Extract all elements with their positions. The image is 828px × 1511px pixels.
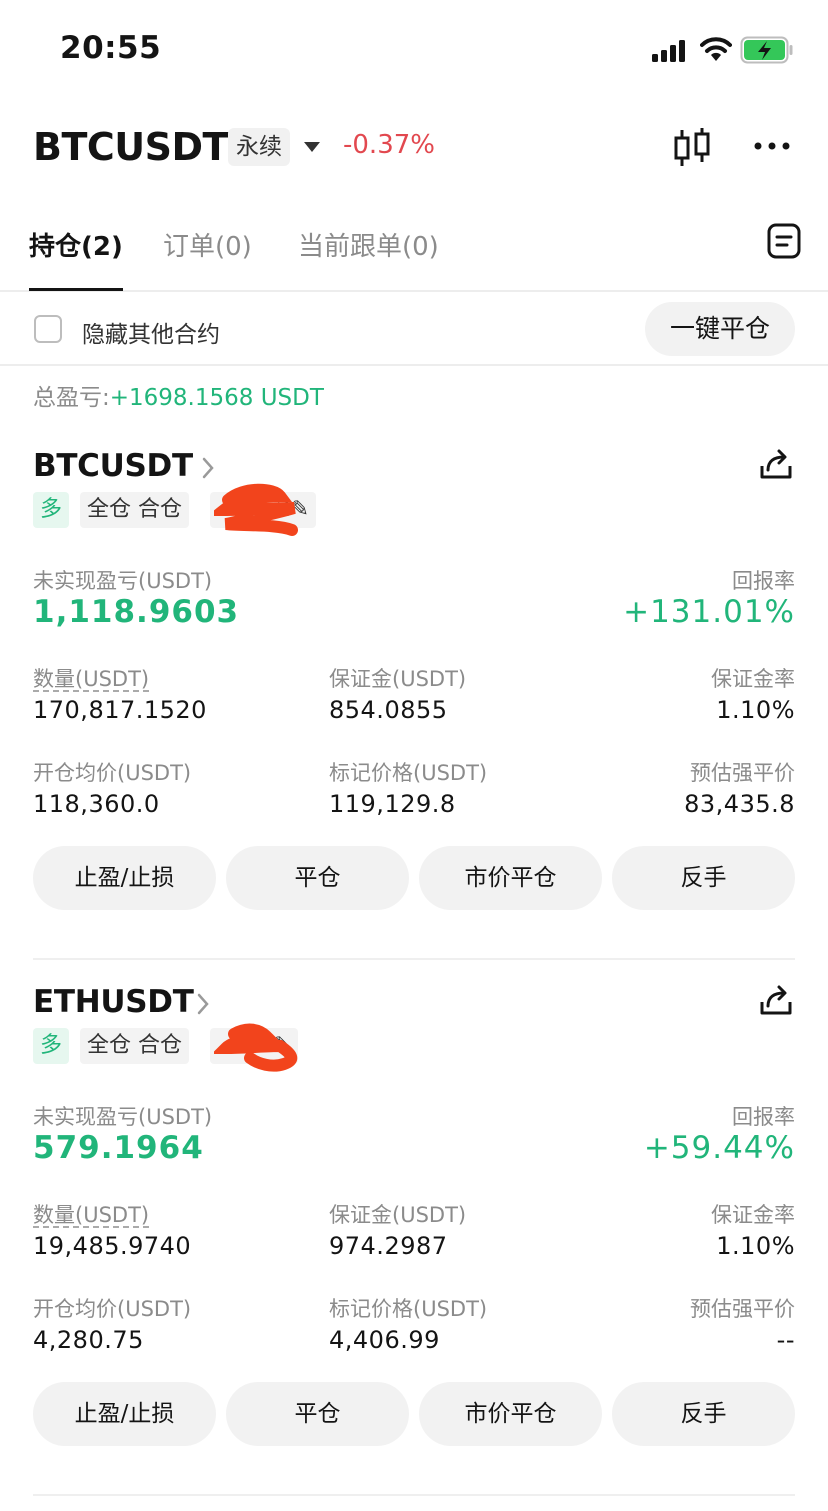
symbol-title[interactable]: BTCUSDT <box>33 125 228 169</box>
market-close-button[interactable]: 市价平仓 <box>419 1382 602 1446</box>
margin-ratio-label: 保证金率 <box>711 1203 795 1227</box>
more-icon[interactable] <box>752 136 792 156</box>
market-close-button[interactable]: 市价平仓 <box>419 846 602 910</box>
tab-bar: 持仓(2) 订单(0) 当前跟单(0) <box>0 210 828 292</box>
mark-price-label: 标记价格(USDT) <box>329 1297 488 1321</box>
total-pnl-label: 总盈亏: <box>33 385 110 411</box>
document-icon[interactable] <box>766 222 802 260</box>
roe-label: 回报率 <box>732 1105 795 1129</box>
total-pnl-value: +1698.1568 USDT <box>109 385 324 411</box>
hide-other-label[interactable]: 隐藏其他合约 <box>82 315 220 349</box>
share-icon[interactable] <box>758 984 794 1018</box>
share-icon[interactable] <box>758 448 794 482</box>
entry-price-label: 开仓均价(USDT) <box>33 761 192 785</box>
total-pnl: 总盈亏:+1698.1568 USDT <box>33 378 324 412</box>
status-bar: 20:55 <box>0 0 828 100</box>
unrealized-pnl-label: 未实现盈亏(USDT) <box>33 569 213 593</box>
tp-sl-button[interactable]: 止盈/止损 <box>33 846 216 910</box>
position-symbol[interactable]: ETHUSDT <box>33 984 194 1020</box>
roe-value: +131.01% <box>623 594 795 630</box>
roe-label: 回报率 <box>732 569 795 593</box>
chevron-down-icon[interactable] <box>303 140 321 154</box>
tp-sl-button[interactable]: 止盈/止损 <box>33 1382 216 1446</box>
entry-price-value: 4,280.75 <box>33 1326 144 1354</box>
header: BTCUSDT 永续 -0.37% <box>0 120 828 180</box>
status-time: 20:55 <box>60 30 162 66</box>
reverse-button[interactable]: 反手 <box>612 846 795 910</box>
unrealized-pnl-label: 未实现盈亏(USDT) <box>33 1105 213 1129</box>
margin-ratio-value: 1.10% <box>716 1232 795 1260</box>
position-card: ETHUSDT 多 全仓 合仓 2✎ 未实现盈亏(USDT) 579.1964 … <box>0 984 828 1500</box>
tab-positions[interactable]: 持仓(2) <box>29 226 123 263</box>
liq-price-value: -- <box>776 1326 795 1354</box>
quantity-label[interactable]: 数量(USDT) <box>33 663 149 693</box>
position-symbol[interactable]: BTCUSDT <box>33 448 193 484</box>
liq-price-label: 预估强平价 <box>690 1297 795 1321</box>
margin-ratio-value: 1.10% <box>716 696 795 724</box>
cellular-signal-icon <box>652 40 685 62</box>
quantity-value: 170,817.1520 <box>33 696 207 724</box>
price-change-percent: -0.37% <box>343 130 435 160</box>
battery-charging-icon <box>740 36 793 64</box>
kline-chart-icon[interactable] <box>672 126 712 170</box>
contract-type-badge: 永续 <box>228 128 290 166</box>
mark-price-value: 4,406.99 <box>329 1326 440 1354</box>
hide-other-checkbox[interactable] <box>34 315 62 343</box>
card-divider <box>33 1494 795 1496</box>
close-position-button[interactable]: 平仓 <box>226 1382 409 1446</box>
entry-price-label: 开仓均价(USDT) <box>33 1297 192 1321</box>
wifi-icon <box>700 37 732 61</box>
filter-row: 隐藏其他合约 一键平仓 <box>0 294 828 366</box>
chevron-right-icon[interactable] <box>196 992 210 1016</box>
margin-value: 854.0855 <box>329 696 448 724</box>
liq-price-value: 83,435.8 <box>684 790 795 818</box>
chevron-right-icon[interactable] <box>201 456 215 480</box>
margin-ratio-label: 保证金率 <box>711 667 795 691</box>
quantity-value: 19,485.9740 <box>33 1232 192 1260</box>
card-divider <box>33 958 795 960</box>
close-position-button[interactable]: 平仓 <box>226 846 409 910</box>
position-card: BTCUSDT 多 全仓 合仓 2✎ 未实现盈亏(USDT) 1,118.960… <box>0 448 828 964</box>
roe-value: +59.44% <box>643 1130 795 1166</box>
entry-price-value: 118,360.0 <box>33 790 160 818</box>
close-all-button[interactable]: 一键平仓 <box>645 302 795 356</box>
unrealized-pnl-value: 1,118.9603 <box>33 594 240 630</box>
margin-label: 保证金(USDT) <box>329 1203 467 1227</box>
side-tag: 多 <box>33 492 70 528</box>
margin-mode-tag: 全仓 合仓 <box>80 1028 189 1064</box>
margin-label: 保证金(USDT) <box>329 667 467 691</box>
margin-value: 974.2987 <box>329 1232 448 1260</box>
side-tag: 多 <box>33 1028 70 1064</box>
mark-price-label: 标记价格(USDT) <box>329 761 488 785</box>
mark-price-value: 119,129.8 <box>329 790 456 818</box>
reverse-button[interactable]: 反手 <box>612 1382 795 1446</box>
tab-copy-trades[interactable]: 当前跟单(0) <box>298 226 439 263</box>
margin-mode-tag: 全仓 合仓 <box>80 492 189 528</box>
redaction-scribble <box>214 483 298 536</box>
active-tab-indicator <box>29 288 123 291</box>
tab-orders[interactable]: 订单(0) <box>163 226 252 263</box>
quantity-label[interactable]: 数量(USDT) <box>33 1199 149 1229</box>
liq-price-label: 预估强平价 <box>690 761 795 785</box>
redaction-scribble <box>214 1023 298 1072</box>
unrealized-pnl-value: 579.1964 <box>33 1130 204 1166</box>
